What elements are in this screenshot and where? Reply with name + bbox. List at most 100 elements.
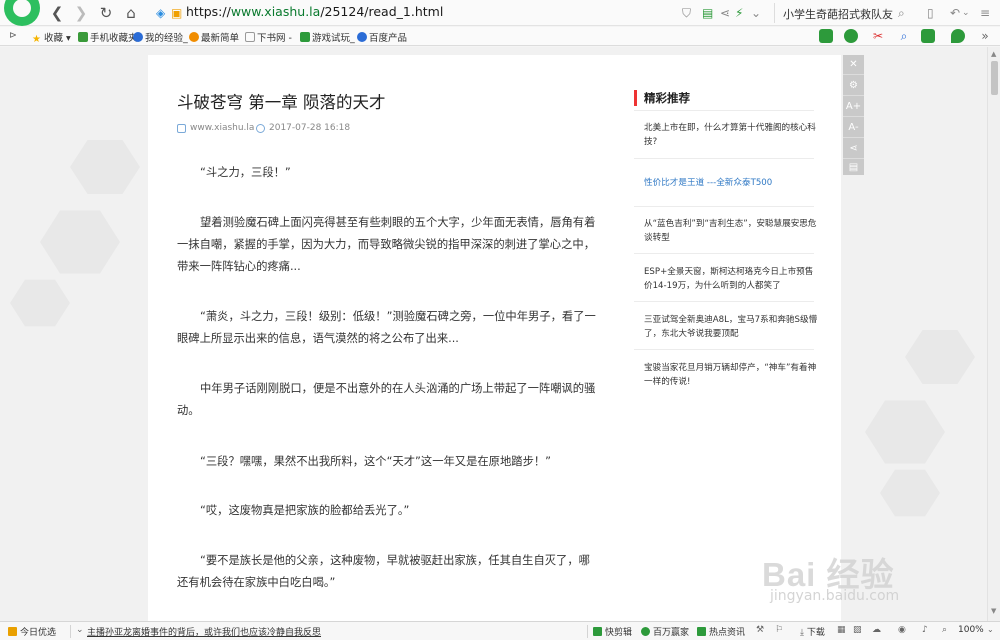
recommend-item[interactable]: 北美上市在即，什么才算第十代雅阁的核心科技? (644, 121, 820, 149)
bookmark-item[interactable]: 百度产品 (357, 30, 407, 44)
sidebar-toggle-icon[interactable]: ⊳ (9, 30, 17, 41)
forward-icon[interactable]: ❯ (72, 4, 90, 22)
recommend-item[interactable]: 从“蓝色吉利”到“吉利生态”，安聪慧展安思危谈转型 (644, 217, 820, 245)
share-icon[interactable]: ⋖ (720, 5, 730, 21)
browser-toolbar: ❮ ❯ ↻ ⌂ ◈ ▣ https://www.xiashu.la/25124/… (0, 0, 1000, 26)
font-decrease-button[interactable]: A- (843, 118, 864, 138)
camera-icon[interactable]: ◉ (898, 625, 906, 635)
star-icon: ★ (32, 34, 41, 45)
article-paragraph: “哎，这废物真是把家族的脸都给丢光了。” (200, 504, 410, 517)
article-title: 斗破苍穹 第一章 陨落的天才 (177, 93, 386, 112)
recommend-item[interactable]: 三亚试驾全新奥迪A8L，宝马7系和奔驰S级懵了，东北大爷说我要顶配 (644, 313, 820, 341)
phone-icon[interactable]: ▯ (927, 5, 934, 21)
divider (634, 110, 814, 111)
settings-icon[interactable]: ⚙ (843, 76, 864, 96)
accelerate-icon[interactable]: ⚐ (775, 625, 783, 635)
search-input[interactable]: 小学生奇葩招式救队友 (783, 6, 893, 22)
grid-icon[interactable]: ▦ (837, 625, 846, 635)
site-shield-icon: ◈ (156, 6, 166, 20)
bookmarks-bar: ⊳ ★ 收藏 ▾ 手机收藏夹 我的经验_ 最新简单 下书网 - 游戏试玩_ 百度产… (0, 27, 1000, 46)
article-paragraph: 中年男子话刚刚脱口，便是不出意外的在人头汹涌的广场上带起了一阵嘲讽的骚动。 (177, 382, 596, 417)
clock-icon (641, 627, 650, 636)
background-hexagon (865, 400, 945, 464)
background-hexagon (10, 279, 70, 327)
image-icon[interactable]: ▨ (853, 625, 862, 635)
million-winner-button[interactable]: 百万赢家 (641, 625, 689, 638)
bookmark-item[interactable]: 我的经验_ (133, 30, 188, 44)
gamepad-icon[interactable] (921, 29, 935, 43)
today-picks[interactable]: 今日优选 (8, 625, 56, 638)
divider (587, 625, 588, 638)
game-icon (300, 32, 310, 42)
security-shield-icon[interactable]: ⛉ (682, 5, 691, 21)
divider (70, 625, 71, 638)
font-increase-button[interactable]: A+ (843, 97, 864, 117)
watermark-url: jingyan.baidu.com (770, 588, 900, 604)
search-icon[interactable]: ⌕ (898, 5, 905, 21)
more-icon[interactable]: » (978, 29, 992, 43)
reading-extension-icon[interactable] (819, 29, 833, 43)
speed-mode-icon[interactable]: ⚡ (735, 5, 743, 21)
search-box[interactable]: 小学生奇葩招式救队友 ⌕ (774, 3, 916, 23)
url-text[interactable]: https://www.xiashu.la/25124/read_1.html (186, 4, 443, 19)
browser-logo-icon[interactable] (4, 0, 40, 26)
book-icon (245, 32, 255, 42)
scroll-thumb[interactable] (991, 61, 998, 95)
recommend-heading: 精彩推荐 (634, 90, 814, 106)
quick-clip-button[interactable]: 快剪辑 (593, 625, 632, 638)
save-icon[interactable]: ▤ (843, 160, 864, 175)
scissors-icon[interactable]: ✂ (871, 29, 885, 43)
background-hexagon (70, 140, 140, 194)
cloud-icon[interactable]: ☁ (872, 625, 881, 635)
back-icon[interactable]: ❮ (48, 4, 66, 22)
chevron-down-icon[interactable]: ⌄ (962, 5, 970, 21)
bookmark-item[interactable]: ★ 收藏 ▾ (32, 30, 71, 45)
add-extension-icon[interactable] (844, 29, 858, 43)
close-icon[interactable]: ✕ (843, 55, 864, 75)
share-icon[interactable]: ⋖ (843, 139, 864, 159)
article-site[interactable]: www.xiashu.la (190, 123, 254, 133)
bookmark-item[interactable]: 下书网 - (245, 30, 292, 44)
reader-mode-icon[interactable]: ▤ (702, 5, 713, 21)
clock-icon (256, 124, 265, 133)
download-icon: ⤓ (800, 628, 804, 638)
wrench-icon[interactable]: ⚒ (756, 625, 764, 635)
article-card: 斗破苍穹 第一章 陨落的天才 www.xiashu.la 2017-07-28 … (148, 55, 841, 621)
chevron-down-icon[interactable]: ⌄ (987, 625, 994, 634)
reader-toolbar: ✕ ⚙ A+ A- ⋖ ▤ (843, 55, 864, 175)
chevron-down-icon[interactable]: ⌄ (751, 5, 761, 21)
recommend-item[interactable]: 性价比才是王道 ---全新众泰T500 (644, 176, 820, 190)
article-paragraph: 望着测验魔石碑上面闪亮得甚至有些刺眼的五个大字，少年面无表情，唇角有着一抹自嘲，… (177, 216, 596, 273)
menu-icon[interactable]: ≡ (980, 5, 990, 21)
chevron-down-icon[interactable]: ⌄ (76, 625, 84, 635)
lock-icon: ▣ (171, 6, 183, 20)
shield-icon[interactable] (951, 29, 965, 43)
phone-icon (78, 32, 88, 42)
home-icon[interactable]: ⌂ (122, 4, 140, 22)
undo-icon[interactable]: ↶ (950, 5, 960, 21)
bookmark-item[interactable]: 手机收藏夹 (78, 30, 138, 44)
zoom-level[interactable]: 100% (958, 625, 984, 635)
refresh-icon[interactable]: ↻ (97, 4, 115, 22)
bookmark-item[interactable]: 最新简单 (189, 30, 239, 44)
zoom-icon[interactable]: ⌕ (942, 625, 947, 635)
download-button[interactable]: ⤓ 下载 (800, 625, 825, 638)
divider (634, 253, 814, 254)
divider (634, 349, 814, 350)
news-ticker-link[interactable]: 主播孙亚龙离婚事件的背后，或许我们也应该冷静自我反思 (87, 625, 321, 638)
article-paragraph: “要不是族长是他的父亲，这种废物，早就被驱赶出家族，任其自生自灭了，哪还有机会待… (177, 554, 590, 589)
bookmark-item[interactable]: 游戏试玩_ (300, 30, 355, 44)
article-paragraph: “三段？嘿嘿，果然不出我所料，这个“天才”这一年又是在原地踏步！” (200, 455, 552, 468)
vertical-scrollbar[interactable]: ▲ ▼ (987, 47, 1000, 621)
hot-news-button[interactable]: 热点资讯 (697, 625, 745, 638)
speaker-icon[interactable]: ♪ (922, 625, 928, 635)
recommend-item[interactable]: ESP+全景天窗，斯柯达柯珞克今日上市预售价14-19万，为什么听到的人都笑了 (644, 265, 820, 293)
paw-icon (357, 32, 367, 42)
recommend-item[interactable]: 宝骏当家花旦月销万辆却停产，“神车”有着神一样的传说! (644, 361, 820, 389)
search-icon[interactable]: ⌕ (897, 29, 911, 43)
background-hexagon (880, 469, 940, 517)
scroll-up-icon[interactable]: ▲ (991, 50, 996, 58)
scroll-down-icon[interactable]: ▼ (991, 607, 996, 615)
address-bar[interactable]: ◈ ▣ https://www.xiashu.la/25124/read_1.h… (150, 3, 761, 23)
background-hexagon (40, 210, 120, 274)
